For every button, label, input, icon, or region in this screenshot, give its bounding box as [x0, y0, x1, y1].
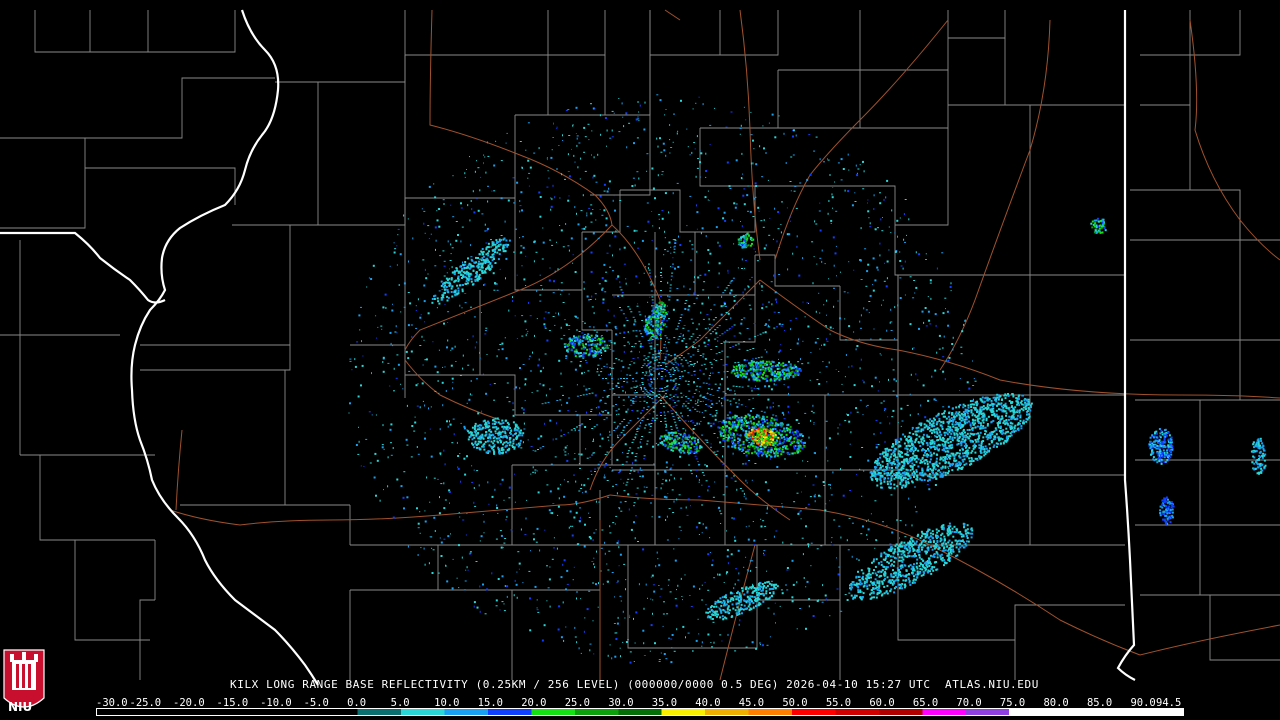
color-scale-bar — [96, 708, 1184, 716]
color-scale-labels: -30.0 -25.0 -20.0 -15.0 -10.0 -5.0 0.0 5.0 10.0 1… — [96, 697, 1196, 709]
radar-map — [0, 0, 1280, 720]
product-title: KILX LONG RANGE BASE REFLECTIVITY (0.25K… — [230, 678, 1039, 691]
niu-logo-label-wrap: NIU — [2, 646, 46, 718]
niu-logo-text: NIU — [8, 700, 33, 714]
